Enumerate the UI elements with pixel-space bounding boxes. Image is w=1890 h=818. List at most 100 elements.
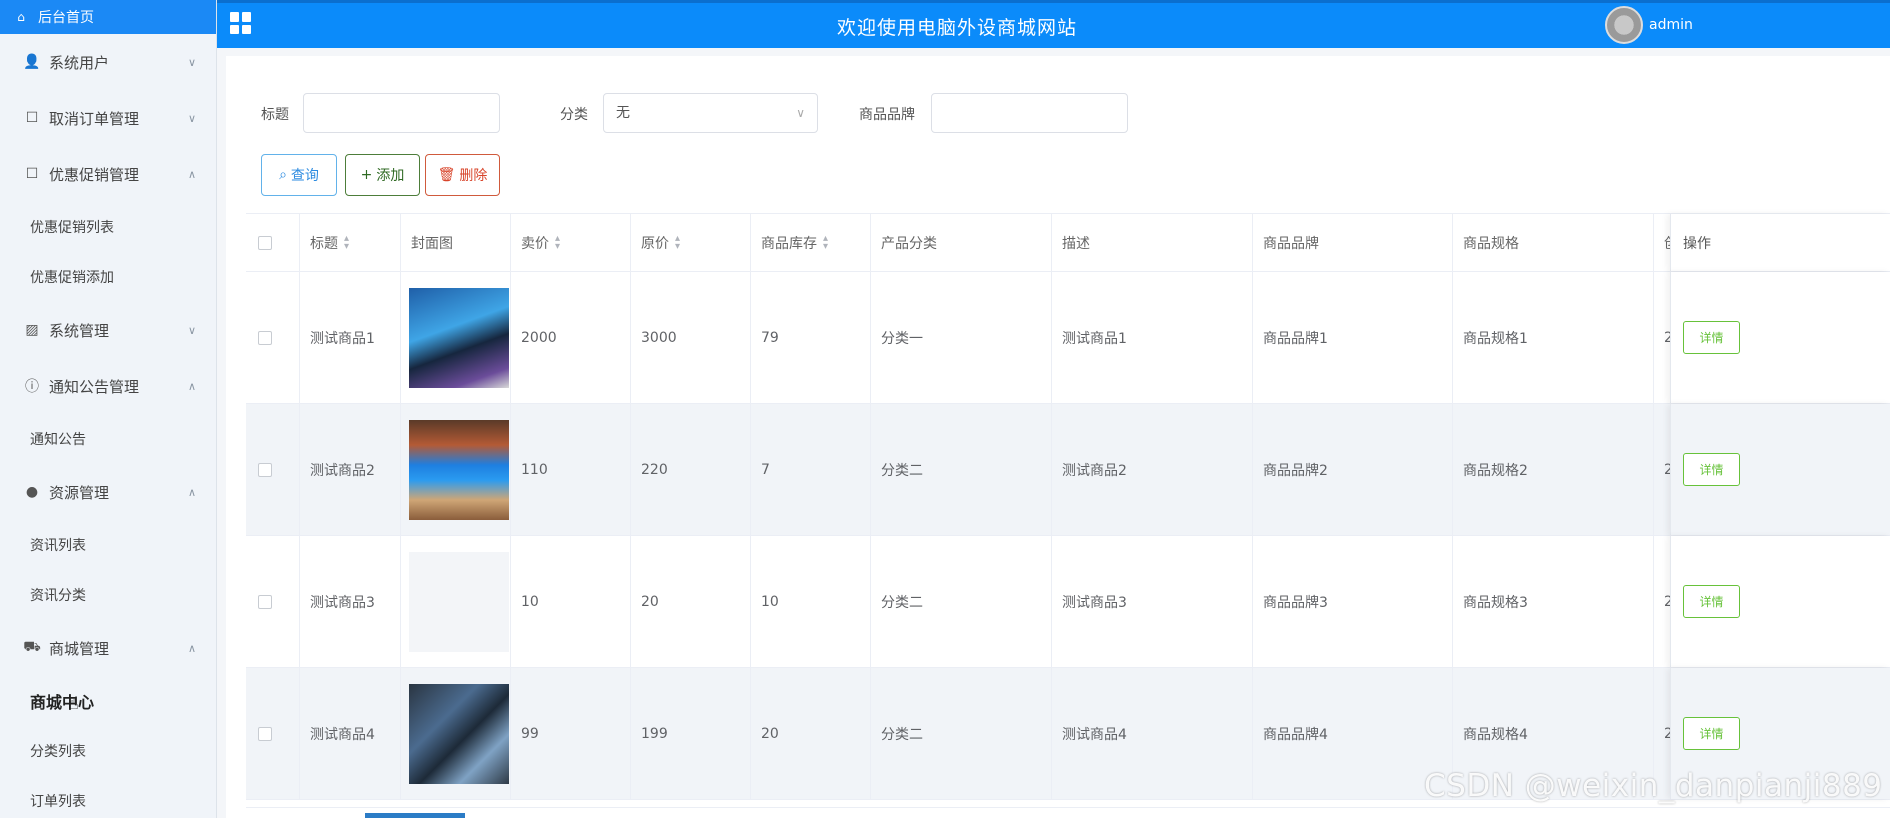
table-row: 测试商品3102010分类二测试商品3商品品牌3商品规格320详情 <box>246 536 1890 668</box>
detail-button[interactable]: 详情 <box>1683 321 1740 354</box>
price-value: 2000 <box>521 329 557 346</box>
sidebar-item-cancel-orders[interactable]: ☐ 取消订单管理 ∨ <box>0 90 216 146</box>
sort-icon[interactable]: ▴ ▾ <box>555 233 560 251</box>
spec-cell: 商品规格2 <box>1453 404 1654 535</box>
sidebar-item-system-users[interactable]: 👤 系统用户 ∨ <box>0 34 216 90</box>
stock-cell: 79 <box>751 272 871 403</box>
sort-icon[interactable]: ▴ ▾ <box>823 233 828 251</box>
sidebar-subitem-order-list[interactable]: 订单列表 <box>0 776 216 818</box>
sidebar-subitem-notice[interactable]: 通知公告 <box>0 414 216 464</box>
spec-value: 商品规格4 <box>1463 726 1528 743</box>
sidebar-home[interactable]: ⌂ 后台首页 <box>0 0 216 34</box>
row-checkbox[interactable] <box>258 594 272 609</box>
column-header-spec: 商品规格 <box>1453 214 1654 271</box>
row-checkbox[interactable] <box>258 726 272 741</box>
price-cell: 2000 <box>511 272 631 403</box>
brand-value: 商品品牌3 <box>1263 594 1328 611</box>
chevron-up-icon: ∧ <box>187 485 196 499</box>
sidebar-subitem-label: 优惠促销添加 <box>30 270 114 286</box>
column-header-title[interactable]: 标题 ▴ ▾ <box>300 214 401 271</box>
add-button[interactable]: + 添加 <box>345 154 420 196</box>
sidebar-subitem-news-category[interactable]: 资讯分类 <box>0 570 216 620</box>
sidebar-subitem-mall-center[interactable]: 商城中心 <box>0 676 216 726</box>
original-price-value: 220 <box>641 461 668 478</box>
column-header-label: 封面图 <box>411 235 453 252</box>
description-cell: 测试商品1 <box>1052 272 1253 403</box>
category-filter-select[interactable]: 无 ∨ <box>603 93 818 133</box>
delete-button[interactable]: 🗑 删除 <box>425 154 500 196</box>
select-cell <box>246 668 300 799</box>
price-value: 10 <box>521 593 539 610</box>
sidebar-item-promotions[interactable]: ☐ 优惠促销管理 ∧ <box>0 146 216 202</box>
sidebar: ⌂ 后台首页 👤 系统用户 ∨ ☐ 取消订单管理 ∨ ☐ 优惠促销管理 ∧ 优惠… <box>0 0 217 818</box>
actions-cell: 详情 <box>1670 536 1890 667</box>
table-row: 测试商品21102207分类二测试商品2商品品牌2商品规格220详情 <box>246 404 1890 536</box>
price-cell: 10 <box>511 536 631 667</box>
sidebar-item-notices[interactable]: ⓘ 通知公告管理 ∧ <box>0 358 216 414</box>
column-header-label: 商品库存 <box>761 235 817 252</box>
sidebar-item-label: 系统管理 <box>49 321 110 340</box>
column-header-description: 描述 <box>1052 214 1253 271</box>
description-cell: 测试商品4 <box>1052 668 1253 799</box>
category-filter-value: 无 <box>616 105 630 121</box>
select-cell <box>246 536 300 667</box>
cover-cell <box>401 404 511 535</box>
column-header-original-price[interactable]: 原价 ▴ ▾ <box>631 214 751 271</box>
category-value: 分类二 <box>881 594 923 611</box>
table-row: 测试商品12000300079分类一测试商品1商品品牌1商品规格120详情 <box>246 272 1890 404</box>
product-table: 标题 ▴ ▾ 封面图 卖价 ▴ ▾ 原价 ▴ ▾ 商品库存 ▴ ▾ 产品分类 描述 商品品牌 商… <box>246 213 1890 800</box>
select-all-cell <box>246 214 300 271</box>
detail-button[interactable]: 详情 <box>1683 453 1740 486</box>
cover-cell <box>401 536 511 667</box>
add-button-label: 添加 <box>376 168 405 184</box>
sidebar-item-label: 优惠促销管理 <box>49 165 140 184</box>
chevron-up-icon: ∧ <box>187 641 196 655</box>
cover-image[interactable] <box>409 683 509 784</box>
original-price-cell: 3000 <box>631 272 751 403</box>
chevron-up-icon: ∧ <box>187 167 196 181</box>
title-filter-input[interactable] <box>303 93 500 133</box>
query-button[interactable]: ⌕ 查询 <box>261 154 337 196</box>
top-header: 欢迎使用电脑外设商城网站 admin <box>217 0 1890 48</box>
title-cell: 测试商品2 <box>300 404 401 535</box>
brand-cell: 商品品牌4 <box>1253 668 1453 799</box>
category-cell: 分类二 <box>871 668 1052 799</box>
sort-icon[interactable]: ▴ ▾ <box>344 233 349 251</box>
sort-icon[interactable]: ▴ ▾ <box>675 233 680 251</box>
sidebar-item-mall[interactable]: ⛟ 商城管理 ∧ <box>0 620 216 676</box>
brand-value: 商品品牌1 <box>1263 330 1328 347</box>
detail-button[interactable]: 详情 <box>1683 585 1740 618</box>
column-header-price[interactable]: 卖价 ▴ ▾ <box>511 214 631 271</box>
sidebar-item-resources[interactable]: ● 资源管理 ∧ <box>0 464 216 520</box>
row-checkbox[interactable] <box>258 462 272 477</box>
cover-image[interactable] <box>409 419 509 520</box>
original-price-value: 199 <box>641 725 668 742</box>
chevron-down-icon: ∨ <box>796 106 805 120</box>
cover-cell <box>401 272 511 403</box>
sidebar-subitem-news-list[interactable]: 资讯列表 <box>0 520 216 570</box>
category-cell: 分类一 <box>871 272 1052 403</box>
sidebar-subitem-promotion-list[interactable]: 优惠促销列表 <box>0 202 216 252</box>
cart-icon: ⛟ <box>23 639 41 655</box>
row-checkbox[interactable] <box>258 330 272 345</box>
sidebar-subitem-category-list[interactable]: 分类列表 <box>0 726 216 776</box>
title-value: 测试商品1 <box>310 330 375 347</box>
category-value: 分类二 <box>881 462 923 479</box>
sidebar-subitem-label: 优惠促销列表 <box>30 220 114 236</box>
sidebar-item-system-management[interactable]: ▨ 系统管理 ∨ <box>0 302 216 358</box>
cover-image[interactable] <box>409 287 509 388</box>
sidebar-item-label: 资源管理 <box>49 483 110 502</box>
user-icon: 👤 <box>23 54 41 70</box>
column-header-label: 卖价 <box>521 235 549 252</box>
cover-cell <box>401 668 511 799</box>
category-cell: 分类二 <box>871 536 1052 667</box>
username[interactable]: admin <box>1649 17 1693 33</box>
select-all-checkbox[interactable] <box>258 235 272 250</box>
detail-button[interactable]: 详情 <box>1683 717 1740 750</box>
column-header-label: 商品规格 <box>1463 235 1519 252</box>
cover-image[interactable] <box>409 551 509 652</box>
column-header-stock[interactable]: 商品库存 ▴ ▾ <box>751 214 871 271</box>
avatar[interactable] <box>1605 6 1643 44</box>
brand-filter-input[interactable] <box>931 93 1128 133</box>
sidebar-subitem-promotion-add[interactable]: 优惠促销添加 <box>0 252 216 302</box>
